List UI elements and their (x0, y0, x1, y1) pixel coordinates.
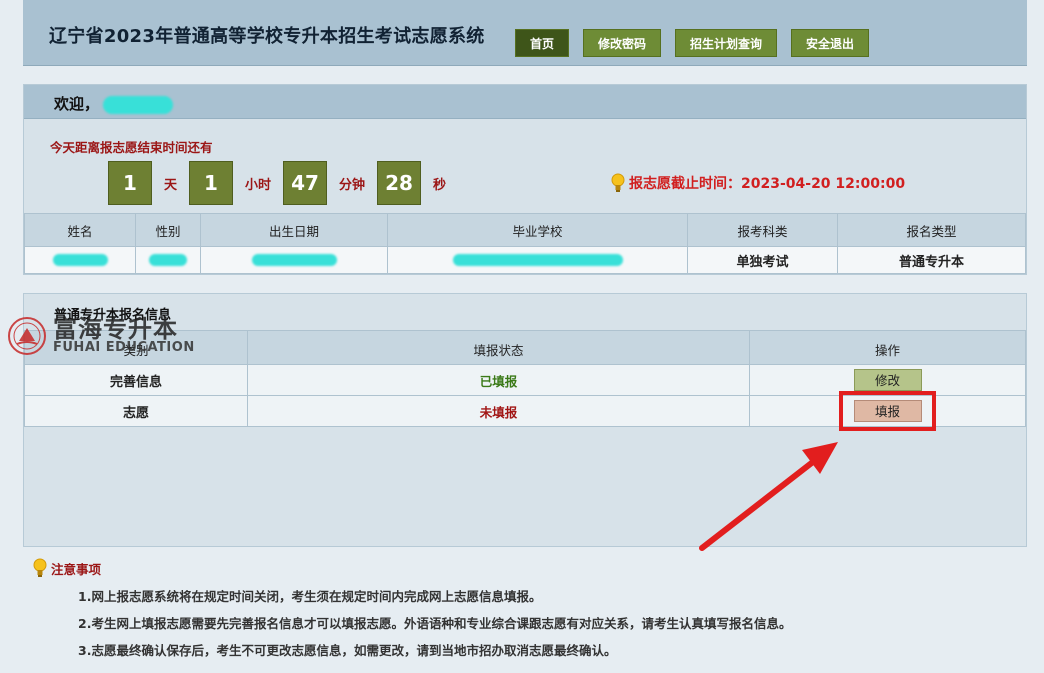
highlight-box (839, 391, 936, 431)
table-row: 单独考试 普通专升本 (24, 246, 1026, 274)
redacted-username (103, 95, 174, 114)
deadline-text: 报志愿截止时间：2023-04-20 12:00:00 (629, 176, 906, 192)
countdown-seconds-unit: 秒 (433, 177, 447, 193)
status-unfilled: 未填报 (479, 404, 518, 420)
lightbulb-icon (33, 558, 47, 577)
status-filled: 已填报 (479, 373, 518, 389)
countdown-seconds: 28 (377, 161, 422, 205)
cell-category: 志愿 (24, 395, 248, 427)
countdown-minutes: 47 (283, 161, 328, 205)
watermark: 富海专升本 FUHAI EDUCATION (7, 316, 195, 356)
welcome-label: 欢迎， (54, 95, 100, 113)
lightbulb-icon (611, 173, 625, 192)
cell-gender (135, 246, 201, 274)
deadline-notice: 报志愿截止时间：2023-04-20 12:00:00 (611, 173, 905, 193)
countdown-hours-unit: 小时 (245, 177, 272, 193)
countdown-label: 今天距离报志愿结束时间还有 (50, 140, 213, 155)
notes-heading: 注意事项 (33, 558, 791, 578)
cell-subject: 单独考试 (687, 246, 838, 274)
nav-change-password-button[interactable]: 修改密码 (583, 29, 662, 57)
cell-name (24, 246, 136, 274)
cell-status: 未填报 (247, 395, 750, 427)
col-type: 报名类型 (837, 213, 1026, 247)
col-status: 填报状态 (247, 330, 750, 365)
col-school: 毕业学校 (387, 213, 688, 247)
cell-school (387, 246, 688, 274)
col-subject: 报考科类 (687, 213, 838, 247)
notes-section: 注意事项 1.网上报志愿系统将在规定时间关闭，考生须在规定时间内完成网上志愿信息… (33, 558, 791, 659)
col-action: 操作 (749, 330, 1026, 365)
col-name: 姓名 (24, 213, 136, 247)
cell-type: 普通专升本 (837, 246, 1026, 274)
countdown-timer: 1 天 1 小时 47 分钟 28 秒 (108, 161, 458, 205)
col-birthdate: 出生日期 (200, 213, 388, 247)
nav-enrollment-plan-button[interactable]: 招生计划查询 (675, 29, 778, 57)
watermark-en: FUHAI EDUCATION (53, 340, 195, 355)
modify-button[interactable]: 修改 (853, 369, 922, 391)
annotation-arrow-icon (699, 442, 838, 551)
top-header: 辽宁省2023年普通高等学校专升本招生考试志愿系统 首页 修改密码 招生计划查询… (23, 0, 1027, 66)
welcome-text: 欢迎， (54, 93, 174, 114)
col-gender: 性别 (135, 213, 201, 247)
student-info-table: 姓名 性别 出生日期 毕业学校 报考科类 报名类型 单独考试 普通专升本 (24, 213, 1026, 274)
note-item: 2.考生网上填报志愿需要先完善报名信息才可以填报志愿。外语语种和专业综合课跟志愿… (78, 616, 792, 631)
cell-birthdate (200, 246, 388, 274)
countdown-days-unit: 天 (164, 177, 178, 193)
top-nav: 首页 修改密码 招生计划查询 安全退出 (515, 29, 870, 57)
note-item: 1.网上报志愿系统将在规定时间关闭，考生须在规定时间内完成网上志愿信息填报。 (78, 589, 542, 604)
cell-category: 完善信息 (24, 364, 248, 396)
fuhai-logo-icon (8, 317, 46, 355)
nav-logout-button[interactable]: 安全退出 (791, 29, 870, 57)
note-item: 3.志愿最终确认保存后，考生不可更改志愿信息，如需更改，请到当地市招办取消志愿最… (78, 643, 617, 658)
watermark-cn: 富海专升本 (53, 315, 178, 343)
countdown-minutes-unit: 分钟 (339, 177, 366, 193)
countdown-hours: 1 (189, 161, 234, 205)
countdown-days: 1 (108, 161, 152, 205)
notes-title: 注意事项 (51, 561, 102, 577)
nav-home-button[interactable]: 首页 (515, 29, 570, 57)
cell-status: 已填报 (247, 364, 750, 396)
system-title: 辽宁省2023年普通高等学校专升本招生考试志愿系统 (49, 26, 485, 47)
welcome-panel: 欢迎， 今天距离报志愿结束时间还有 1 天 1 小时 47 分钟 28 秒 报志… (23, 84, 1027, 275)
